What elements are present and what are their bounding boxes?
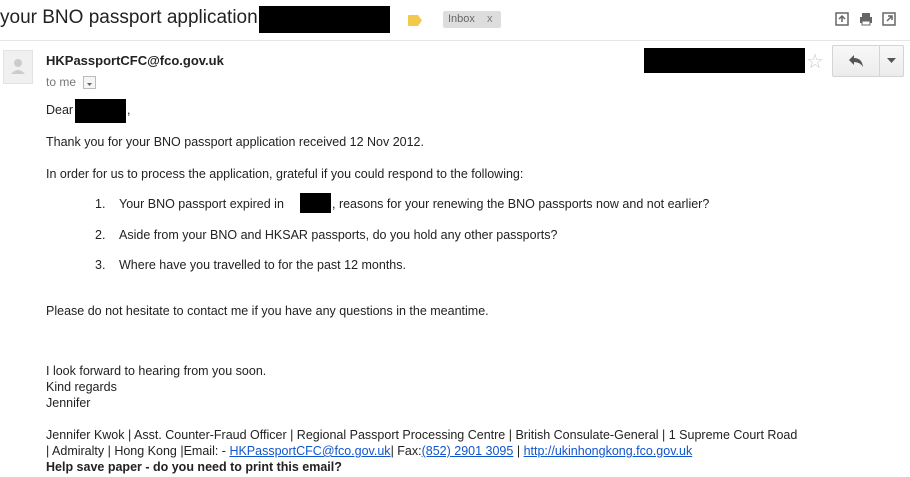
reply-icon bbox=[849, 55, 863, 67]
closing-name: Jennifer bbox=[46, 396, 91, 410]
paragraph-1: Thank you for your BNO passport applicat… bbox=[46, 135, 424, 149]
closing-line: I look forward to hearing from you soon. bbox=[46, 364, 267, 378]
redacted-subject bbox=[259, 6, 390, 33]
more-icon bbox=[887, 58, 896, 63]
list-item-1-text-end: , reasons for your renewing the BNO pass… bbox=[332, 197, 710, 211]
signature-line-1: Jennifer Kwok | Asst. Counter-Fraud Offi… bbox=[46, 428, 798, 442]
separator: | bbox=[516, 444, 521, 458]
header-divider bbox=[0, 40, 910, 41]
inbox-label-chip[interactable]: Inbox x bbox=[443, 11, 501, 28]
print-icon[interactable] bbox=[859, 12, 873, 26]
signature-line-2: | Admiralty | Hong Kong |Email: - HKPass… bbox=[46, 443, 692, 459]
reply-button[interactable] bbox=[833, 46, 879, 76]
print-reminder: Help save paper - do you need to print t… bbox=[46, 460, 342, 474]
inbox-label-text: Inbox bbox=[448, 13, 475, 25]
redacted-date bbox=[644, 48, 805, 73]
list-number: 1. bbox=[95, 197, 106, 211]
star-icon[interactable]: ☆ bbox=[806, 49, 824, 74]
avatar bbox=[3, 50, 33, 84]
list-item-1-text: Your BNO passport expired in bbox=[119, 197, 284, 211]
paragraph-3: Please do not hesitate to contact me if … bbox=[46, 304, 489, 318]
redacted-name bbox=[75, 99, 126, 123]
redacted-year bbox=[300, 193, 331, 213]
closing-regards: Kind regards bbox=[46, 380, 117, 394]
label-icon[interactable] bbox=[408, 13, 422, 26]
email-subject: your BNO passport application - bbox=[0, 7, 270, 28]
remove-label-button[interactable]: x bbox=[487, 11, 493, 28]
list-number: 2. bbox=[95, 228, 106, 242]
fax-label: | Fax: bbox=[390, 444, 422, 458]
sender-address[interactable]: HKPassportCFC@fco.gov.uk bbox=[46, 53, 224, 68]
greeting: Dear bbox=[46, 103, 74, 117]
more-button[interactable] bbox=[880, 46, 903, 76]
recipient-text: to me bbox=[46, 75, 77, 89]
new-window-icon[interactable] bbox=[882, 12, 896, 26]
fax-link[interactable]: (852) 2901 3095 bbox=[422, 444, 514, 458]
archive-icon[interactable] bbox=[835, 12, 849, 26]
list-number: 3. bbox=[95, 258, 106, 272]
greeting-punct: , bbox=[127, 103, 131, 117]
list-item-2-text: Aside from your BNO and HKSAR passports,… bbox=[119, 228, 558, 242]
signature-prefix: | Admiralty | Hong Kong |Email: - bbox=[46, 444, 226, 458]
paragraph-2: In order for us to process the applicati… bbox=[46, 167, 524, 181]
email-link[interactable]: HKPassportCFC@fco.gov.uk bbox=[229, 444, 390, 458]
details-dropdown-button[interactable] bbox=[83, 76, 96, 89]
list-item-3-text: Where have you travelled to for the past… bbox=[119, 258, 406, 272]
website-link[interactable]: http://ukinhongkong.fco.gov.uk bbox=[524, 444, 693, 458]
reply-button-group bbox=[832, 45, 904, 77]
